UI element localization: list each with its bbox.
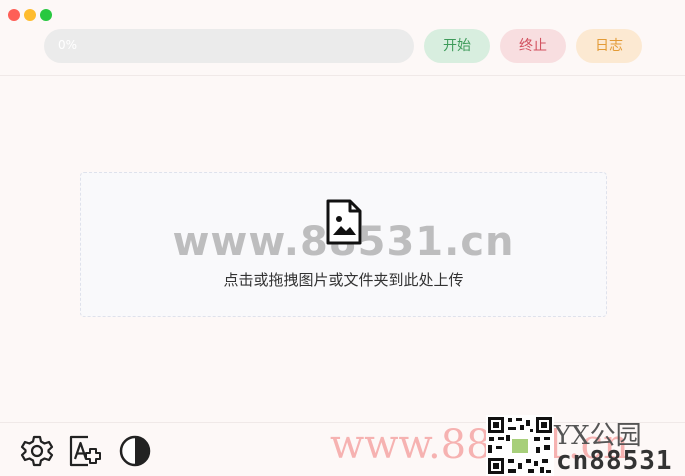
brand-watermark-top: YX公园 bbox=[554, 421, 642, 451]
window-titlebar bbox=[0, 0, 685, 30]
image-file-icon bbox=[326, 199, 362, 245]
start-button[interactable]: 开始 bbox=[424, 29, 490, 63]
toolbar-divider bbox=[0, 75, 685, 76]
minimize-window-button[interactable] bbox=[24, 9, 36, 21]
font-size-icon[interactable] bbox=[68, 434, 102, 468]
maximize-window-button[interactable] bbox=[40, 9, 52, 21]
upload-dropzone[interactable]: www.88531.cn 点击或拖拽图片或文件夹到此处上传 bbox=[80, 172, 607, 317]
close-window-button[interactable] bbox=[8, 9, 20, 21]
bottom-divider bbox=[0, 422, 685, 423]
progress-bar: 0% bbox=[44, 29, 414, 63]
stop-button[interactable]: 终止 bbox=[500, 29, 566, 63]
dropzone-instruction: 点击或拖拽图片或文件夹到此处上传 bbox=[223, 271, 464, 289]
log-button[interactable]: 日志 bbox=[576, 29, 642, 63]
progress-label: 0% bbox=[58, 38, 78, 52]
qr-code-icon bbox=[486, 415, 554, 476]
brand-watermark-bottom: cn88531 bbox=[556, 446, 673, 476]
contrast-icon[interactable] bbox=[118, 434, 152, 468]
bottom-url-watermark: www.88531.cn bbox=[330, 422, 629, 468]
gear-icon[interactable] bbox=[20, 434, 54, 468]
